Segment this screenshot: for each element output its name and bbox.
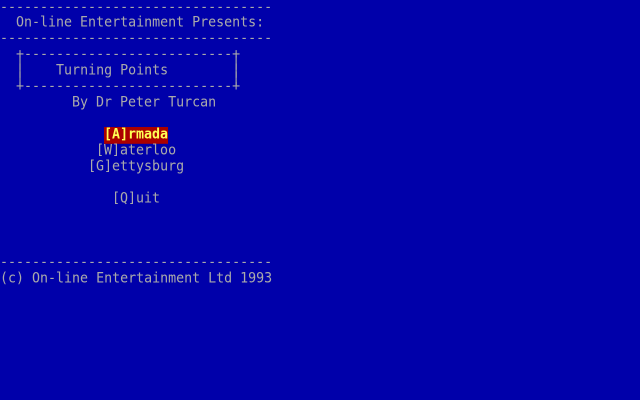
menu-key-a: [A]	[104, 127, 129, 143]
menu-label-armada: rmada	[128, 127, 169, 143]
menu-label-waterloo: aterloo	[120, 143, 177, 159]
menu-item-armada[interactable]: [A]rmada	[104, 127, 169, 144]
menu-item-gettysburg[interactable]: [G]ettysburg	[88, 159, 184, 176]
bottom-rule: ----------------------------------	[0, 255, 273, 271]
menu-key-g: [G]	[88, 159, 113, 175]
presents-underline: ----------------------------------	[0, 31, 273, 47]
copyright-notice: (c) On-line Entertainment Ltd 1993	[0, 271, 273, 287]
menu-key-w: [W]	[96, 143, 121, 159]
menu-key-q: [Q]	[112, 191, 137, 207]
author-credit: By Dr Peter Turcan	[72, 95, 217, 111]
menu-item-quit[interactable]: [Q]uit	[112, 191, 160, 208]
menu-item-waterloo[interactable]: [W]aterloo	[96, 143, 176, 160]
menu-label-quit: uit	[136, 191, 161, 207]
presents-heading: On-line Entertainment Presents:	[0, 15, 265, 31]
menu-label-gettysburg: ettysburg	[112, 159, 185, 175]
dos-screen: ---------------------------------- On-li…	[0, 0, 640, 400]
title-box-bottom: +--------------------------+	[0, 79, 241, 95]
